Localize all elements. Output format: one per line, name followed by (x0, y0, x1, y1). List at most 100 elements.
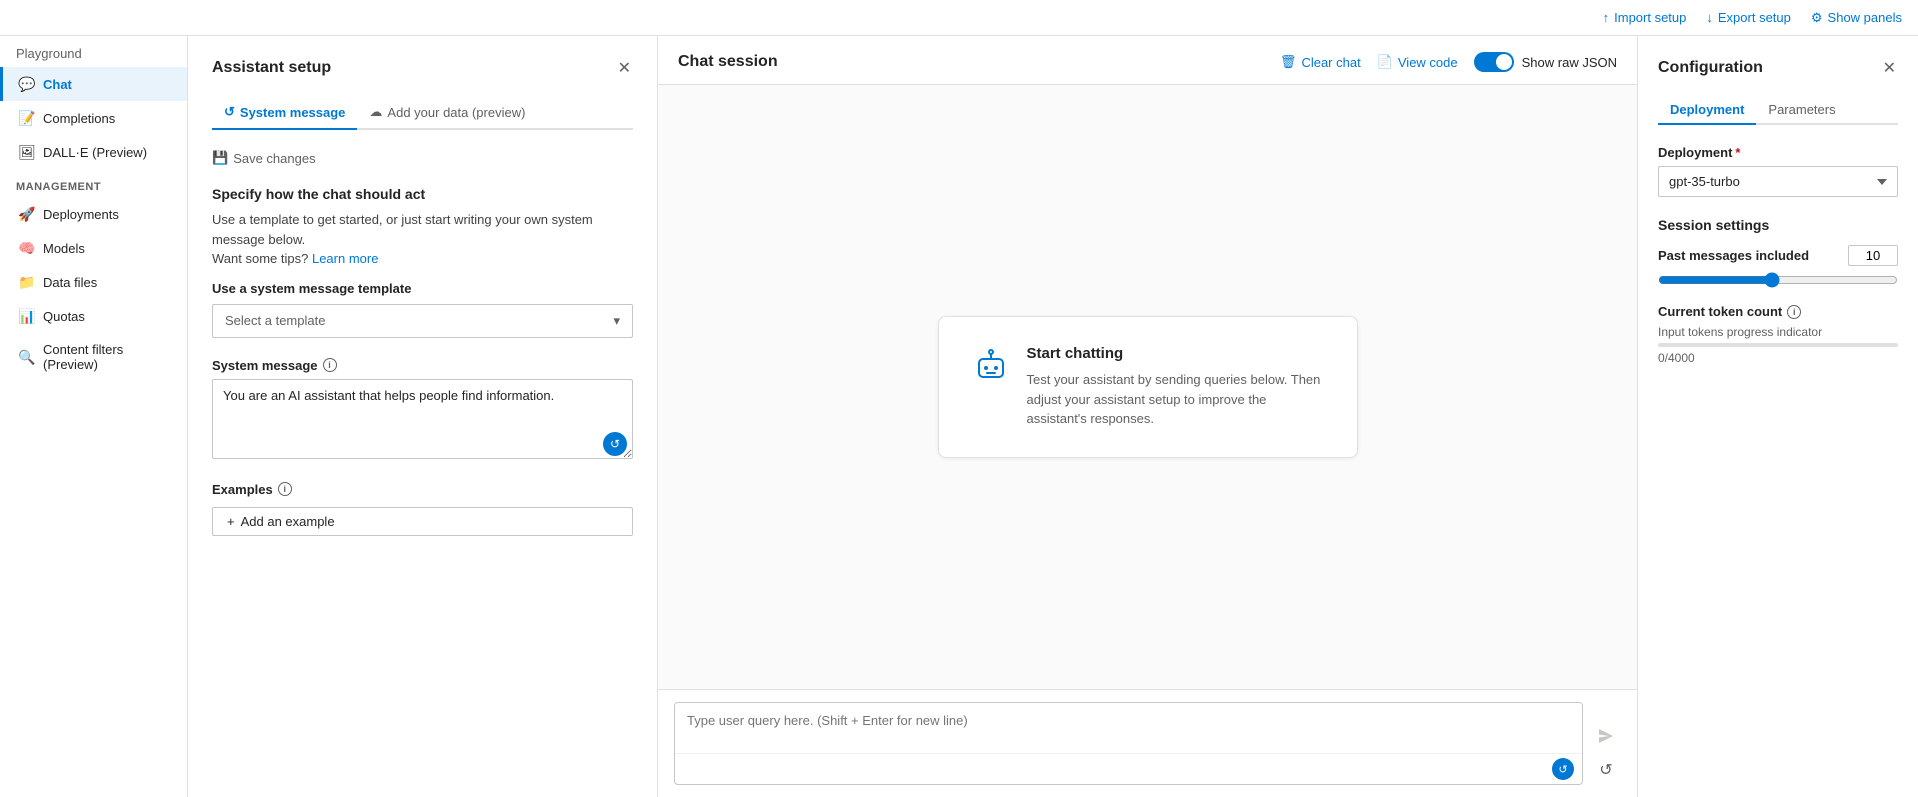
send-message-button[interactable] (1591, 721, 1621, 751)
config-tab-parameters[interactable]: Parameters (1756, 96, 1847, 125)
start-chatting-card: Start chatting Test your assistant by se… (938, 316, 1358, 458)
top-bar: ↑ Import setup ↓ Export setup ⚙ Show pan… (0, 0, 1918, 36)
chat-icon: 💬 (19, 76, 35, 92)
tab-system-message[interactable]: ↺ System message (212, 96, 357, 130)
assistant-setup-panel: Assistant setup ✕ ↺ System message ☁ Add… (188, 36, 658, 797)
view-code-button[interactable]: 📄 View code (1377, 54, 1458, 70)
current-token-info-icon: i (1787, 305, 1801, 319)
view-code-label: View code (1398, 55, 1458, 70)
sidebar-item-deployments[interactable]: 🚀 Deployments (0, 197, 187, 231)
save-changes-button[interactable]: 💾 Save changes (212, 146, 633, 170)
system-message-field-label: System message i (212, 358, 633, 373)
clear-chat-button[interactable]: 🗑 Clear chat (1280, 54, 1361, 70)
chat-session-header: Chat session 🗑 Clear chat 📄 View code Sh… (658, 36, 1637, 85)
export-icon: ↓ (1706, 10, 1713, 25)
sidebar-item-dalle[interactable]: 🖼 DALL·E (Preview) (0, 135, 187, 169)
sidebar-item-content-filters[interactable]: 🔍 Content filters (Preview) (0, 333, 187, 381)
quotas-icon: 📊 (19, 308, 35, 324)
clear-chat-icon: 🗑 (1280, 54, 1297, 70)
view-code-icon: 📄 (1377, 54, 1393, 70)
start-chatting-content: Start chatting Test your assistant by se… (1027, 345, 1325, 429)
template-select-dropdown[interactable]: Select a template ▾ (212, 304, 633, 338)
start-chatting-desc: Test your assistant by sending queries b… (1027, 370, 1325, 429)
sidebar-item-content-filters-label: Content filters (Preview) (43, 342, 171, 372)
chat-input-container: ↺ ↺ (658, 689, 1637, 797)
show-raw-json-toggle[interactable] (1474, 52, 1514, 72)
token-progress-bar (1658, 343, 1898, 347)
system-message-textarea[interactable] (212, 379, 633, 459)
deployment-label-text: Deployment (1658, 145, 1732, 160)
config-header: Configuration ✕ (1658, 56, 1898, 80)
export-setup-label: Export setup (1718, 10, 1791, 25)
sidebar-item-quotas[interactable]: 📊 Quotas (0, 299, 187, 333)
sidebar-item-completions[interactable]: 📝 Completions (0, 101, 187, 135)
current-token-label-text: Current token count (1658, 304, 1782, 319)
tab-add-your-data[interactable]: ☁ Add your data (preview) (357, 96, 537, 130)
chat-session-actions: 🗑 Clear chat 📄 View code Show raw JSON (1280, 52, 1617, 72)
assistant-setup-header: Assistant setup ✕ (212, 56, 633, 80)
section-desc-tips: Want some tips? (212, 251, 308, 266)
chat-session-panel: Chat session 🗑 Clear chat 📄 View code Sh… (658, 36, 1638, 797)
tab-system-message-label: System message (240, 105, 346, 120)
chat-session-title: Chat session (678, 53, 778, 71)
sidebar-item-deployments-label: Deployments (43, 207, 119, 222)
section-desc: Use a template to get started, or just s… (212, 210, 633, 269)
examples-info-icon: i (278, 482, 292, 496)
system-message-label-text: System message (212, 358, 318, 373)
app-title: Playground (0, 36, 187, 67)
export-setup-link[interactable]: ↓ Export setup (1706, 10, 1791, 25)
required-star: * (1735, 145, 1740, 160)
bot-icon (971, 345, 1011, 385)
sidebar-item-models[interactable]: 🧠 Models (0, 231, 187, 265)
config-title: Configuration (1658, 59, 1763, 77)
sidebar-item-data-files[interactable]: 📁 Data files (0, 265, 187, 299)
config-close-button[interactable]: ✕ (1881, 56, 1898, 80)
content-area: Assistant setup ✕ ↺ System message ☁ Add… (188, 36, 1918, 797)
token-count: 0/4000 (1658, 351, 1898, 365)
sidebar-item-dalle-label: DALL·E (Preview) (43, 145, 147, 160)
chevron-down-icon: ▾ (613, 313, 620, 329)
template-section-label: Use a system message template (212, 281, 633, 296)
past-messages-slider[interactable] (1658, 272, 1898, 288)
completions-icon: 📝 (19, 110, 35, 126)
assistant-setup-close-button[interactable]: ✕ (616, 56, 633, 80)
config-tab-deployment-label: Deployment (1670, 102, 1744, 117)
show-panels-link[interactable]: ⚙ Show panels (1811, 10, 1902, 26)
models-icon: 🧠 (19, 240, 35, 256)
show-raw-json-toggle-container: Show raw JSON (1474, 52, 1617, 72)
session-settings-title: Session settings (1658, 217, 1898, 233)
data-files-icon: 📁 (19, 274, 35, 290)
import-setup-link[interactable]: ↑ Import setup (1603, 10, 1687, 25)
deployment-field-label: Deployment * (1658, 145, 1898, 160)
add-data-icon: ☁ (369, 104, 382, 120)
show-panels-label: Show panels (1828, 10, 1902, 25)
config-tab-deployment[interactable]: Deployment (1658, 96, 1756, 125)
learn-more-link[interactable]: Learn more (312, 251, 378, 266)
chat-regen-button[interactable]: ↺ (1552, 758, 1574, 780)
sidebar-item-quotas-label: Quotas (43, 309, 85, 324)
dalle-icon: 🖼 (19, 144, 35, 160)
chat-input[interactable] (675, 703, 1582, 753)
add-example-button[interactable]: + Add an example (212, 507, 633, 536)
examples-label-text: Examples (212, 482, 273, 497)
deployment-select[interactable]: gpt-35-turbo gpt-4 gpt-4-32k (1658, 166, 1898, 197)
sidebar-item-chat-label: Chat (43, 77, 72, 92)
content-filters-icon: 🔍 (19, 349, 35, 365)
panels-icon: ⚙ (1811, 10, 1823, 26)
past-messages-value-input[interactable] (1848, 245, 1898, 266)
config-tab-parameters-label: Parameters (1768, 102, 1835, 117)
sidebar-item-chat[interactable]: 💬 Chat (0, 67, 187, 101)
past-messages-label: Past messages included (1658, 248, 1809, 263)
save-icon: 💾 (212, 150, 228, 166)
system-message-icon: ↺ (224, 104, 235, 120)
system-message-info-icon: i (323, 358, 337, 372)
refresh-chat-button[interactable]: ↺ (1591, 755, 1621, 785)
config-tabs: Deployment Parameters (1658, 96, 1898, 125)
chat-input-footer: ↺ (675, 753, 1582, 784)
send-icon (1597, 727, 1615, 745)
assistant-setup-title: Assistant setup (212, 59, 331, 77)
configuration-panel: Configuration ✕ Deployment Parameters De… (1638, 36, 1918, 797)
start-chatting-title: Start chatting (1027, 345, 1325, 362)
chat-input-wrap: ↺ (674, 702, 1583, 785)
regenerate-button[interactable]: ↺ (603, 432, 627, 456)
